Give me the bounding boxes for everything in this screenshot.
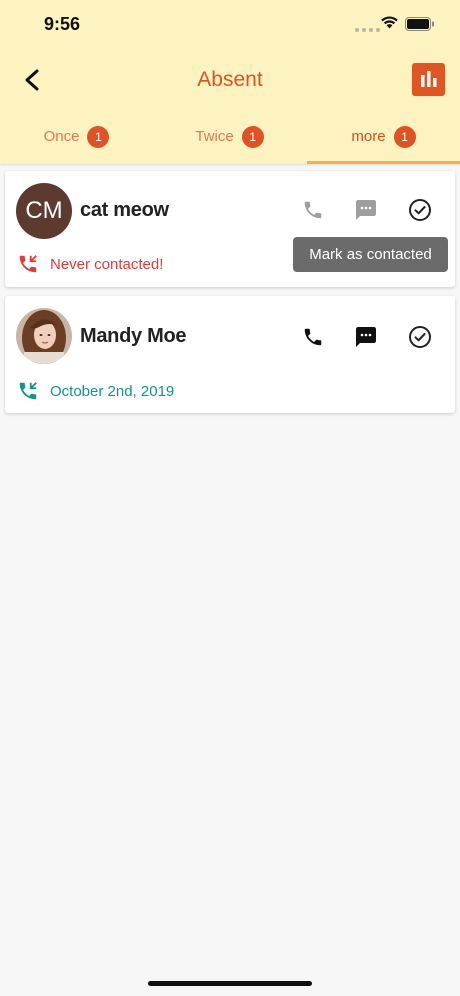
avatar <box>16 308 72 364</box>
avatar: CM <box>16 183 72 239</box>
count-badge: 1 <box>393 126 416 148</box>
mark-contacted-button[interactable] <box>406 323 434 351</box>
app-header: 9:56 Absent Once 1 Twice 1 more 1 <box>0 0 460 164</box>
tab-label: Twice <box>195 128 234 145</box>
tab-bar: Once 1 Twice 1 more 1 <box>0 118 460 164</box>
status-time: 9:56 <box>44 14 81 34</box>
contact-card[interactable]: Mandy Moe October 2nd, 2019 <box>5 296 455 413</box>
call-button[interactable] <box>299 196 327 224</box>
wifi-icon <box>381 16 398 29</box>
tooltip: Mark as contacted <box>293 237 448 272</box>
phone-callback-icon <box>19 255 37 273</box>
active-tab-indicator <box>307 161 460 164</box>
tab-label: Once <box>43 128 80 145</box>
tab-once[interactable]: Once 1 <box>0 118 153 164</box>
bar-chart-icon <box>421 71 437 87</box>
home-indicator <box>148 981 312 986</box>
last-contact-status: Never contacted! <box>17 253 163 275</box>
check-circle-icon <box>409 199 431 221</box>
cellular-signal-icon <box>355 28 380 32</box>
count-badge: 1 <box>241 126 264 148</box>
stats-button[interactable] <box>412 63 445 96</box>
phone-icon <box>304 328 322 346</box>
check-circle-icon <box>409 326 431 348</box>
status-text: October 2nd, 2019 <box>50 382 175 400</box>
message-icon <box>356 327 376 347</box>
call-button[interactable] <box>299 323 327 351</box>
message-button[interactable] <box>352 323 380 351</box>
contact-name: cat meow <box>80 199 169 221</box>
profile-photo <box>16 308 72 364</box>
mark-contacted-button[interactable] <box>406 196 434 224</box>
count-badge: 1 <box>87 126 110 148</box>
battery-icon <box>405 17 434 31</box>
page-title: Absent <box>197 68 263 91</box>
tab-twice[interactable]: Twice 1 <box>153 118 306 164</box>
message-icon <box>356 200 376 220</box>
status-text: Never contacted! <box>50 255 164 273</box>
tab-more[interactable]: more 1 <box>307 118 460 164</box>
message-button[interactable] <box>352 196 380 224</box>
phone-icon <box>304 201 322 219</box>
phone-callback-icon <box>19 382 37 400</box>
last-contact-status: October 2nd, 2019 <box>17 380 174 402</box>
tab-label: more <box>351 128 386 145</box>
contact-name: Mandy Moe <box>80 325 187 347</box>
